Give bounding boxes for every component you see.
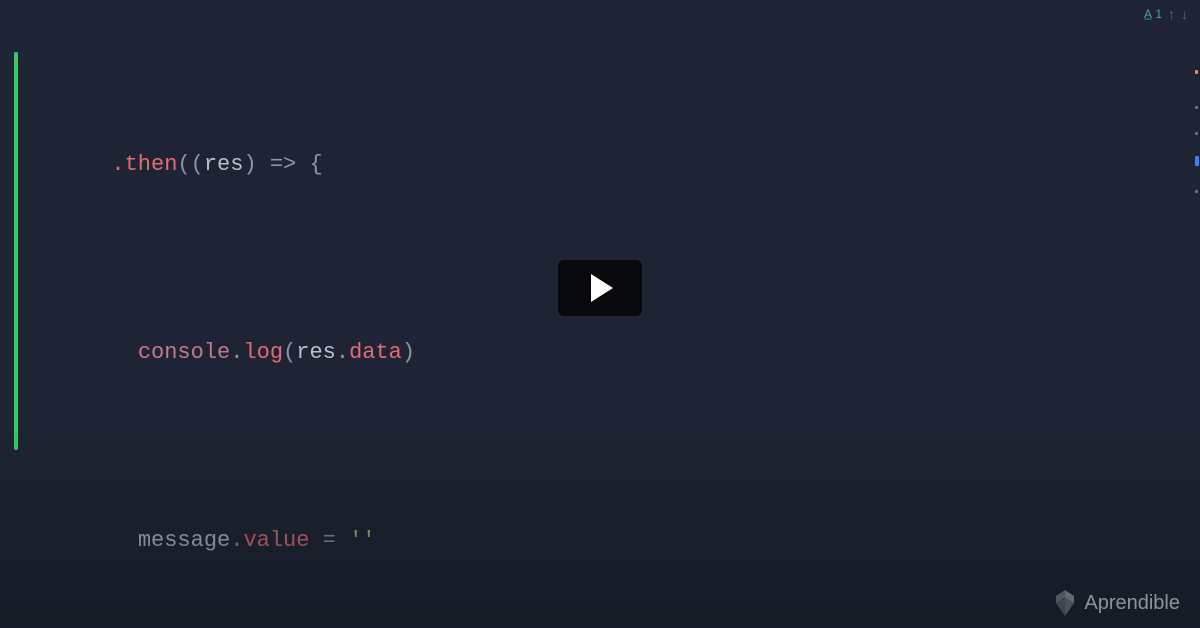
git-change-indicator <box>14 52 18 450</box>
watermark-text: Aprendible <box>1084 592 1180 615</box>
editor-problems-indicator[interactable]: A̲ 1 ↑ ↓ <box>1144 6 1188 22</box>
arrow-up-icon[interactable]: ↑ <box>1168 6 1175 22</box>
play-icon <box>591 274 613 302</box>
watermark: Aprendible <box>1054 590 1180 616</box>
minimap[interactable] <box>1195 60 1198 560</box>
logo-icon <box>1054 590 1076 616</box>
code-line: .then((res) => { <box>85 141 1200 188</box>
arrow-down-icon[interactable]: ↓ <box>1181 6 1188 22</box>
code-line: console.log(res.data) <box>85 329 1200 376</box>
play-button[interactable] <box>558 260 642 316</box>
code-block: .then((res) => { console.log(res.data) m… <box>85 0 1200 628</box>
spellcheck-indicator: A̲ 1 <box>1144 7 1162 21</box>
code-line: message.value = '' <box>85 517 1200 564</box>
